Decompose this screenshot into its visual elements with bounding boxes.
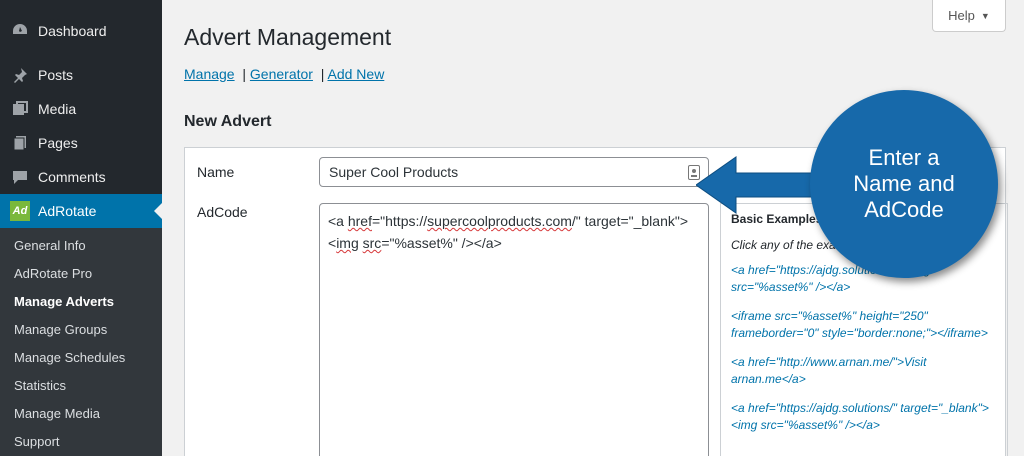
comments-icon <box>10 167 30 187</box>
callout-bubble: Enter a Name and AdCode <box>810 90 998 278</box>
example-item[interactable]: <iframe src="%asset%" height="250" frame… <box>731 308 997 342</box>
generator-link[interactable]: Generator <box>250 66 313 82</box>
sidebar-item-label: Comments <box>38 169 106 185</box>
sidebar-item-media[interactable]: Media <box>0 92 162 126</box>
media-icon <box>10 99 30 119</box>
adcode-textarea[interactable]: <a href="https://supercoolproducts.com/"… <box>319 203 709 456</box>
pin-icon <box>10 65 30 85</box>
sidebar-item-label: AdRotate <box>38 203 97 219</box>
example-item[interactable]: <a href="http://www.arnan.me/">Visit arn… <box>731 354 997 388</box>
callout-arrow <box>696 156 825 214</box>
submenu-item-manage-groups[interactable]: Manage Groups <box>0 316 162 344</box>
sidebar-item-comments[interactable]: Comments <box>0 160 162 194</box>
section-title: New Advert <box>184 113 272 130</box>
sidebar-item-adrotate[interactable]: Ad AdRotate <box>0 194 162 228</box>
adrotate-submenu: General Info AdRotate Pro Manage Adverts… <box>0 228 162 456</box>
dashboard-icon <box>10 21 30 41</box>
page-title: Advert Management <box>184 24 392 50</box>
pages-icon <box>10 133 30 153</box>
help-tab-button[interactable]: Help ▼ <box>932 0 1006 32</box>
submenu-item-general-info[interactable]: General Info <box>0 232 162 260</box>
help-label: Help <box>948 8 975 23</box>
manage-link[interactable]: Manage <box>184 66 235 82</box>
subnav: Manage | Generator | Add New <box>184 66 384 82</box>
sidebar-item-label: Pages <box>38 135 78 151</box>
separator: | <box>238 66 247 82</box>
callout-line: Enter a <box>868 145 940 170</box>
admin-sidebar: Dashboard Posts Media Pages Comments Ad … <box>0 0 162 456</box>
name-value: Super Cool Products <box>329 164 459 180</box>
name-label: Name <box>197 164 235 180</box>
submenu-item-statistics[interactable]: Statistics <box>0 372 162 400</box>
name-field[interactable]: Super Cool Products <box>319 157 709 187</box>
callout-line: Name and <box>853 171 955 196</box>
adcode-line-1: <a href="https://supercoolproducts.com/"… <box>328 213 689 229</box>
submenu-item-manage-adverts[interactable]: Manage Adverts <box>0 288 162 316</box>
sidebar-item-label: Dashboard <box>38 23 107 39</box>
adcode-label: AdCode <box>197 204 248 220</box>
example-item[interactable]: <a href="https://ajdg.solutions/" target… <box>731 400 997 434</box>
sidebar-item-dashboard[interactable]: Dashboard <box>0 14 162 48</box>
sidebar-item-label: Media <box>38 101 77 117</box>
adrotate-icon: Ad <box>10 201 30 221</box>
sidebar-item-posts[interactable]: Posts <box>0 58 162 92</box>
add-new-link[interactable]: Add New <box>328 66 385 82</box>
separator: | <box>316 66 325 82</box>
submenu-item-adrotate-pro[interactable]: AdRotate Pro <box>0 260 162 288</box>
adcode-line-2: <img src="%asset%" /></a> <box>328 235 502 251</box>
sidebar-item-label: Posts <box>38 67 74 83</box>
submenu-item-support[interactable]: Support <box>0 428 162 456</box>
submenu-item-manage-media[interactable]: Manage Media <box>0 400 162 428</box>
submenu-item-manage-schedules[interactable]: Manage Schedules <box>0 344 162 372</box>
sidebar-item-pages[interactable]: Pages <box>0 126 162 160</box>
caret-down-icon: ▼ <box>980 10 990 21</box>
adrotate-logo: Ad <box>10 201 30 221</box>
callout-line: AdCode <box>864 197 944 222</box>
